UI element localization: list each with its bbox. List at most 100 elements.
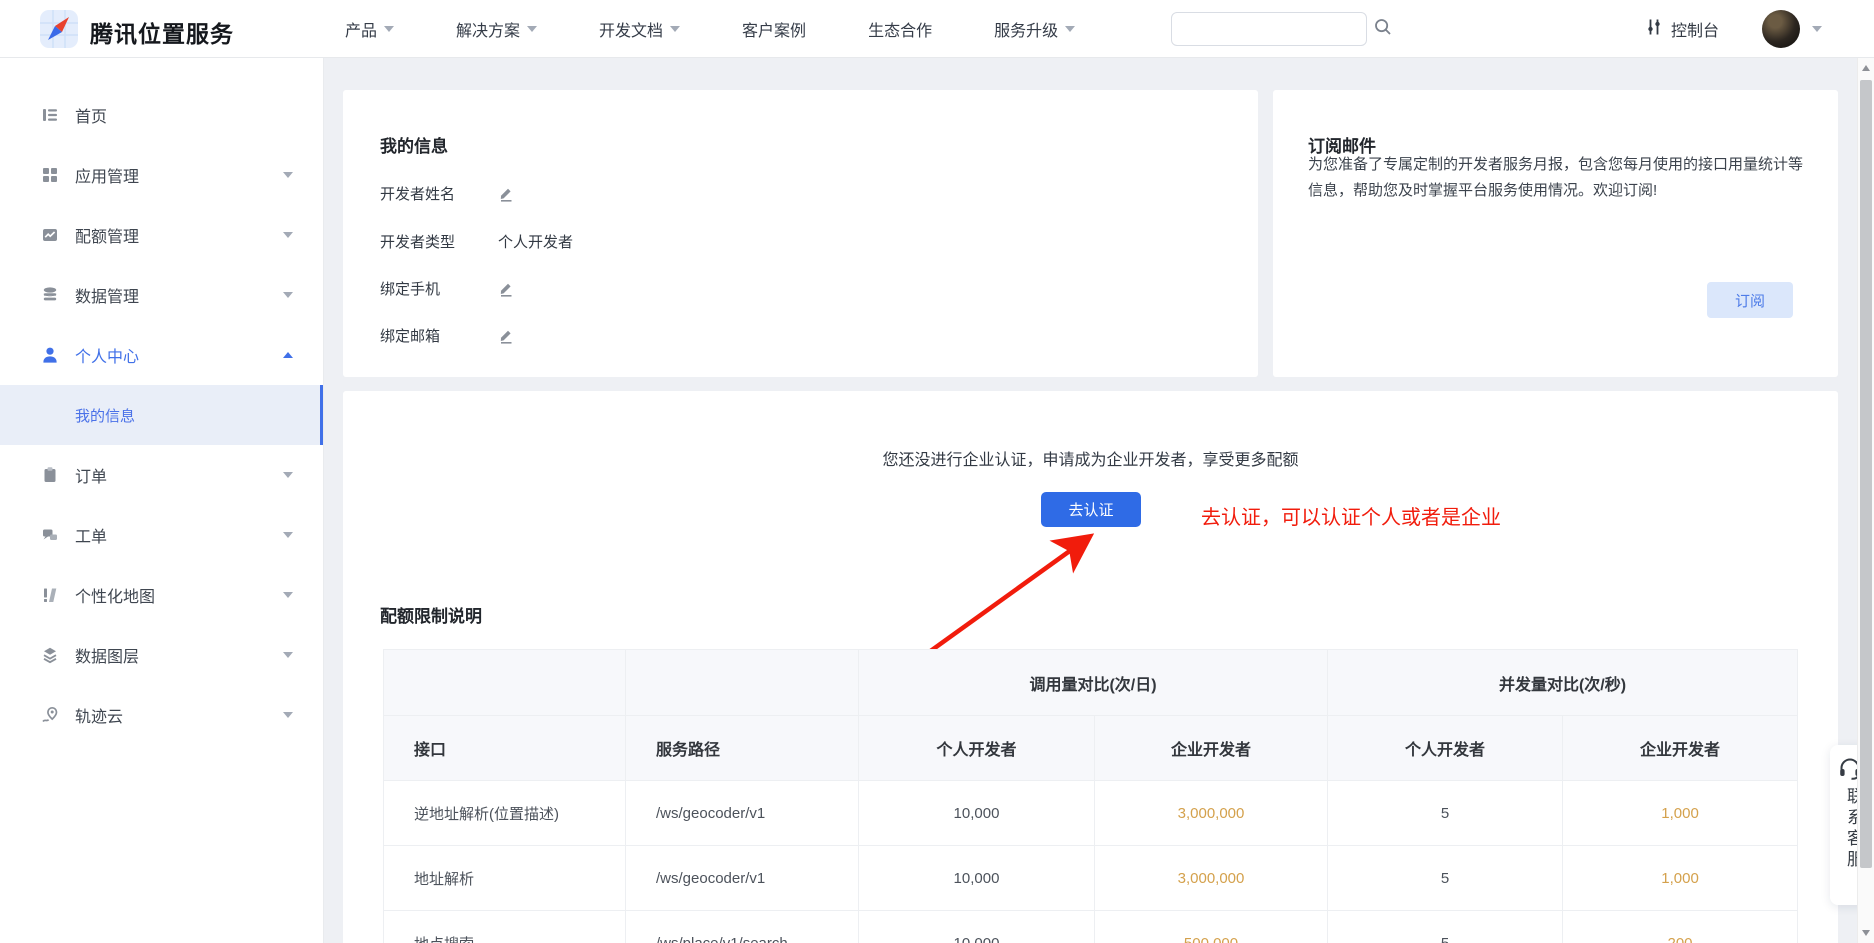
database-icon: [40, 285, 60, 305]
scrollbar-up-arrow-icon[interactable]: [1862, 65, 1870, 71]
enterprise-qps-cell: 200: [1563, 911, 1798, 943]
nav-item-cases[interactable]: 客户案例: [742, 17, 806, 41]
chevron-down-icon[interactable]: [1812, 26, 1822, 32]
chevron-down-icon: [283, 532, 293, 538]
sidebar-item-data-layers[interactable]: 数据图层: [0, 625, 323, 685]
edit-pencil-icon[interactable]: [498, 280, 515, 297]
api-cell: 地点搜索: [384, 911, 626, 943]
layers-icon: [40, 645, 60, 665]
empty-header-cell: [626, 650, 859, 716]
chevron-down-icon: [283, 172, 293, 178]
enterprise-daily-cell: 500,000: [1095, 911, 1328, 943]
info-row-developer-type: 开发者类型 个人开发者: [380, 230, 573, 252]
sidebar-item-quota-management[interactable]: 配额管理: [0, 205, 323, 265]
sidebar-item-track-cloud[interactable]: 轨迹云: [0, 685, 323, 745]
sidebar-item-tickets[interactable]: 工单: [0, 505, 323, 565]
sidebar-item-orders[interactable]: 订单: [0, 445, 323, 505]
search-input[interactable]: [1172, 14, 1373, 44]
quota-section-title: 配额限制说明: [380, 602, 482, 627]
certification-notice: 您还没进行企业认证，申请成为企业开发者，享受更多配额: [343, 446, 1838, 470]
table-row: 地址解析/ws/geocoder/v110,0003,000,00051,000: [384, 846, 1798, 911]
sidebar: 首页 应用管理 配额管理: [0, 58, 324, 943]
my-info-title: 我的信息: [380, 132, 448, 157]
edit-pencil-icon[interactable]: [498, 185, 515, 202]
user-icon: [40, 345, 60, 365]
sidebar-item-personal-center[interactable]: 个人中心: [0, 325, 323, 385]
brand-name: 腾讯位置服务: [90, 15, 234, 49]
apps-grid-icon: [40, 165, 60, 185]
api-column-header: 接口: [384, 716, 626, 781]
home-list-icon: [40, 105, 60, 125]
chevron-down-icon: [283, 652, 293, 658]
personal-qps-cell: 5: [1328, 846, 1563, 911]
nav-item-docs[interactable]: 开发文档: [599, 17, 680, 41]
personal-daily-cell: 10,000: [859, 846, 1095, 911]
certification-quota-card: 您还没进行企业认证，申请成为企业开发者，享受更多配额 去认证 去认证，可以认证个…: [343, 391, 1838, 943]
chevron-down-icon: [527, 26, 537, 32]
chevron-down-icon: [670, 26, 680, 32]
sidebar-subitem-my-info[interactable]: 我的信息: [0, 385, 323, 445]
chevron-down-icon: [283, 592, 293, 598]
info-row-bound-email: 绑定邮箱: [380, 324, 515, 346]
console-link[interactable]: 控制台: [1645, 0, 1719, 58]
scrollbar-down-arrow-icon[interactable]: [1862, 930, 1870, 936]
chevron-down-icon: [283, 472, 293, 478]
sidebar-item-app-management[interactable]: 应用管理: [0, 145, 323, 205]
brand-logo[interactable]: 腾讯位置服务: [40, 10, 234, 53]
table-group-header-row: 调用量对比(次/日) 并发量对比(次/秒): [384, 650, 1798, 716]
enterprise-qps-cell: 1,000: [1563, 846, 1798, 911]
subscribe-mail-card: 订阅邮件 为您准备了专属定制的开发者服务月报，包含您每月使用的接口用量统计等信息…: [1273, 90, 1838, 377]
chevron-down-icon: [1065, 26, 1075, 32]
chevron-down-icon: [384, 26, 394, 32]
personal-qps-cell: 5: [1328, 911, 1563, 943]
chevron-up-icon: [283, 352, 293, 358]
orders-icon: [40, 465, 60, 485]
top-navigation: 产品 解决方案 开发文档 客户案例 生态合作 服务升级: [345, 0, 1075, 58]
sliders-icon: [1645, 17, 1663, 42]
go-certify-button[interactable]: 去认证: [1041, 492, 1141, 527]
path-cell: /ws/geocoder/v1: [626, 846, 859, 911]
custom-map-icon: [40, 585, 60, 605]
personal-dev-column-header: 个人开发者: [1328, 716, 1563, 781]
personal-qps-cell: 5: [1328, 781, 1563, 846]
quota-chart-icon: [40, 225, 60, 245]
empty-header-cell: [384, 650, 626, 716]
personal-daily-cell: 10,000: [859, 781, 1095, 846]
qps-group-header: 并发量对比(次/秒): [1328, 650, 1798, 716]
edit-pencil-icon[interactable]: [498, 327, 515, 344]
search-icon[interactable]: [1373, 17, 1393, 42]
chevron-down-icon: [283, 292, 293, 298]
path-column-header: 服务路径: [626, 716, 859, 781]
chevron-down-icon: [283, 712, 293, 718]
personal-daily-cell: 10,000: [859, 911, 1095, 943]
enterprise-daily-cell: 3,000,000: [1095, 846, 1328, 911]
page-scrollbar[interactable]: [1857, 58, 1874, 943]
tickets-icon: [40, 525, 60, 545]
track-cloud-icon: [40, 705, 60, 725]
enterprise-daily-cell: 3,000,000: [1095, 781, 1328, 846]
compass-logo-icon: [40, 10, 78, 53]
sidebar-item-data-management[interactable]: 数据管理: [0, 265, 323, 325]
search-box: [1171, 12, 1367, 46]
scrollbar-thumb[interactable]: [1860, 80, 1872, 868]
enterprise-dev-column-header: 企业开发者: [1563, 716, 1798, 781]
quota-table-body: 逆地址解析(位置描述)/ws/geocoder/v110,0003,000,00…: [384, 781, 1798, 943]
nav-item-ecosystem[interactable]: 生态合作: [868, 17, 932, 41]
subscribe-button[interactable]: 订阅: [1707, 282, 1793, 318]
api-cell: 地址解析: [384, 846, 626, 911]
subscribe-description: 为您准备了专属定制的开发者服务月报，包含您每月使用的接口用量统计等信息，帮助您及…: [1308, 152, 1816, 204]
info-row-developer-name: 开发者姓名: [380, 182, 515, 204]
sidebar-item-home[interactable]: 首页: [0, 85, 323, 145]
nav-item-upgrade[interactable]: 服务升级: [994, 17, 1075, 41]
app-root: 腾讯位置服务 产品 解决方案 开发文档 客户案例 生态合作 服务升级: [0, 0, 1874, 943]
nav-item-solutions[interactable]: 解决方案: [456, 17, 537, 41]
enterprise-qps-cell: 1,000: [1563, 781, 1798, 846]
developer-type-value: 个人开发者: [498, 231, 573, 252]
user-avatar[interactable]: [1762, 10, 1800, 48]
sidebar-item-custom-map[interactable]: 个性化地图: [0, 565, 323, 625]
table-row: 逆地址解析(位置描述)/ws/geocoder/v110,0003,000,00…: [384, 781, 1798, 846]
chevron-down-icon: [283, 232, 293, 238]
top-bar: 腾讯位置服务 产品 解决方案 开发文档 客户案例 生态合作 服务升级: [0, 0, 1874, 58]
enterprise-dev-column-header: 企业开发者: [1095, 716, 1328, 781]
nav-item-products[interactable]: 产品: [345, 17, 394, 41]
